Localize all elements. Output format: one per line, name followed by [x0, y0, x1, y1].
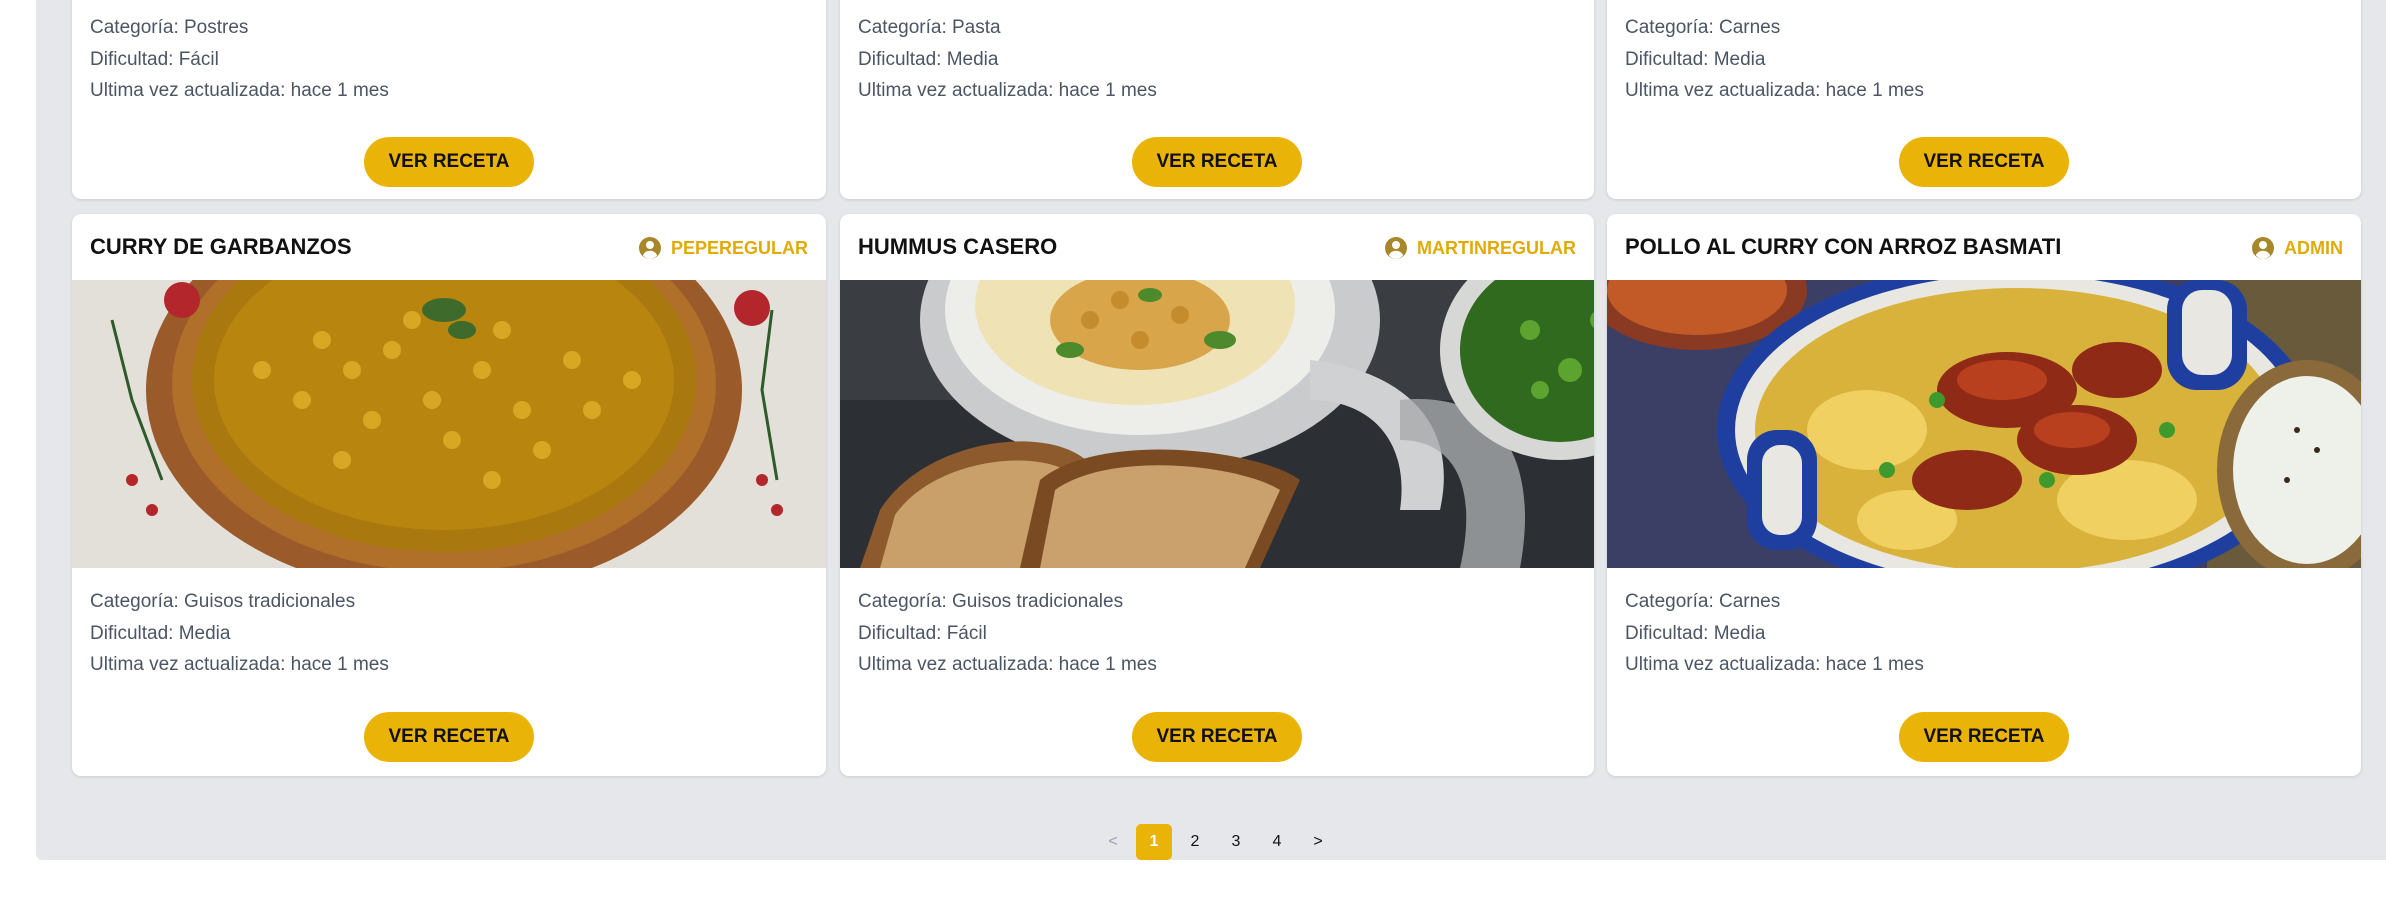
prev-page-button[interactable]: <: [1095, 824, 1131, 860]
recipe-category: Categoría: Guisos tradicionales: [858, 591, 1124, 612]
recipe-info: Categoría: Guisos tradicionales Dificult…: [90, 586, 389, 681]
recipe-updated: Ultima vez actualizada: hace 1 mes: [858, 80, 1157, 101]
recipe-category: Categoría: Pasta: [858, 17, 1001, 38]
pagination: < 1 2 3 4 >: [1095, 824, 1341, 860]
author-name: PEPEREGULAR: [670, 237, 808, 258]
recipe-updated: Ultima vez actualizada: hace 1 mes: [1625, 654, 1924, 675]
user-circle-icon: [1384, 236, 1408, 260]
card-header: HUMMUS CASERO MARTINREGULAR: [840, 214, 1594, 280]
recipe-category: Categoría: Postres: [90, 17, 249, 38]
author-name: MARTINREGULAR: [1417, 237, 1576, 258]
page-1-button[interactable]: 1: [1136, 824, 1172, 860]
page-4-button[interactable]: 4: [1259, 824, 1295, 860]
view-recipe-button[interactable]: VER RECETA: [1899, 137, 2069, 187]
next-page-button[interactable]: >: [1300, 824, 1336, 860]
chicken-curry-rice-photo[interactable]: [1607, 280, 2361, 568]
user-circle-icon: [638, 236, 662, 260]
view-recipe-button[interactable]: VER RECETA: [1899, 712, 2069, 762]
author-name: ADMIN: [2284, 237, 2343, 258]
recipe-difficulty: Dificultad: Media: [1625, 622, 1766, 644]
recipe-difficulty: Dificultad: Fácil: [90, 48, 219, 70]
recipe-title[interactable]: CURRY DE GARBANZOS: [90, 234, 352, 260]
view-recipe-button[interactable]: VER RECETA: [364, 712, 534, 762]
recipe-difficulty: Dificultad: Media: [858, 48, 999, 70]
recipe-title[interactable]: POLLO AL CURRY CON ARROZ BASMATI: [1625, 234, 2061, 260]
recipe-category: Categoría: Guisos tradicionales: [90, 591, 356, 612]
recipe-card-hummus-casero: HUMMUS CASERO MARTINREGULAR Categoría: G…: [840, 214, 1594, 776]
recipe-difficulty: Dificultad: Media: [90, 622, 231, 644]
recipe-updated: Ultima vez actualizada: hace 1 mes: [90, 80, 389, 101]
recipe-card-pollo-al-curry: POLLO AL CURRY CON ARROZ BASMATI ADMIN C…: [1607, 214, 2361, 776]
recipe-author[interactable]: MARTINREGULAR: [1384, 236, 1576, 260]
page-3-button[interactable]: 3: [1218, 824, 1254, 860]
recipe-updated: Ultima vez actualizada: hace 1 mes: [1625, 80, 1924, 101]
recipe-author[interactable]: ADMIN: [2251, 236, 2343, 260]
chickpea-curry-photo[interactable]: [72, 280, 826, 568]
recipe-info: Categoría: Carnes Dificultad: Media Ulti…: [1625, 586, 1924, 681]
recipe-author[interactable]: PEPEREGULAR: [638, 236, 808, 260]
user-circle-icon: [2251, 236, 2275, 260]
page-2-button[interactable]: 2: [1177, 824, 1213, 860]
recipe-card: Categoría: Pasta Dificultad: Media Ultim…: [840, 0, 1594, 199]
recipe-category: Categoría: Carnes: [1625, 17, 1781, 38]
recipe-updated: Ultima vez actualizada: hace 1 mes: [90, 654, 389, 675]
recipe-info: Categoría: Postres Dificultad: Fácil Ult…: [90, 12, 389, 107]
recipe-card-curry-de-garbanzos: CURRY DE GARBANZOS PEPEREGULAR Categoría…: [72, 214, 826, 776]
recipe-difficulty: Dificultad: Media: [1625, 48, 1766, 70]
recipe-updated: Ultima vez actualizada: hace 1 mes: [858, 654, 1157, 675]
view-recipe-button[interactable]: VER RECETA: [1132, 712, 1302, 762]
recipe-info: Categoría: Guisos tradicionales Dificult…: [858, 586, 1157, 681]
card-header: POLLO AL CURRY CON ARROZ BASMATI ADMIN: [1607, 214, 2361, 280]
view-recipe-button[interactable]: VER RECETA: [1132, 137, 1302, 187]
recipe-title[interactable]: HUMMUS CASERO: [858, 234, 1057, 260]
recipe-difficulty: Dificultad: Fácil: [858, 622, 987, 644]
hummus-photo[interactable]: [840, 280, 1594, 568]
recipe-card: Categoría: Postres Dificultad: Fácil Ult…: [72, 0, 826, 199]
card-header: CURRY DE GARBANZOS PEPEREGULAR: [72, 214, 826, 280]
recipe-info: Categoría: Carnes Dificultad: Media Ulti…: [1625, 12, 1924, 107]
recipe-card: Categoría: Carnes Dificultad: Media Ulti…: [1607, 0, 2361, 199]
recipe-info: Categoría: Pasta Dificultad: Media Ultim…: [858, 12, 1157, 107]
recipe-category: Categoría: Carnes: [1625, 591, 1781, 612]
view-recipe-button[interactable]: VER RECETA: [364, 137, 534, 187]
